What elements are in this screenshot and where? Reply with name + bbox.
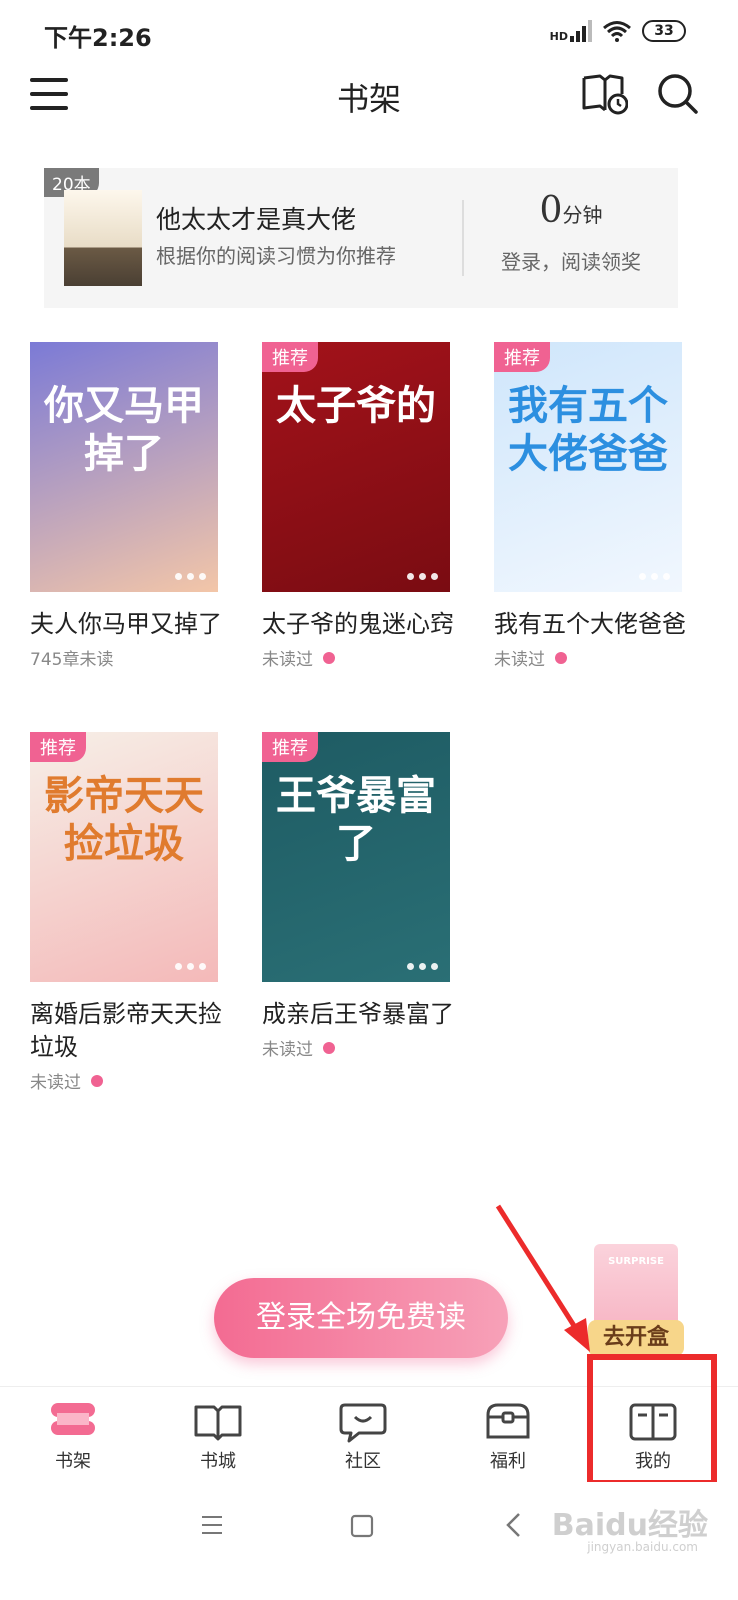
tab-label: 社区 <box>345 1451 381 1472</box>
signal-icon: HD <box>550 20 592 42</box>
book-title[interactable]: 成亲后王爷暴富了 <box>262 998 462 1031</box>
book-item[interactable]: 太子爷的 推荐 太子爷的鬼迷心窍 未读过 <box>262 342 454 670</box>
book-cover[interactable]: 影帝天天捡垃圾 推荐 <box>30 732 218 982</box>
book-title[interactable]: 离婚后影帝天天捡垃圾 <box>30 998 230 1064</box>
book-status: 745章未读 <box>30 645 220 670</box>
more-dots-icon[interactable] <box>639 573 670 580</box>
new-indicator-dot <box>323 651 335 664</box>
recommendation-banner[interactable]: 20本 他太太才是真大佬 根据你的阅读习惯为你推荐 0分钟 登录，阅读领奖 <box>44 168 678 308</box>
tab-community[interactable]: 社区 <box>290 1387 436 1483</box>
recommend-tag: 推荐 <box>262 732 318 762</box>
book-cover[interactable]: 王爷暴富了 推荐 <box>262 732 450 982</box>
more-dots-icon[interactable] <box>407 573 438 580</box>
treasure-box-icon <box>486 1403 530 1439</box>
book-status-text: 745章未读 <box>30 650 114 670</box>
tab-welfare[interactable]: 福利 <box>435 1387 581 1483</box>
minutes-unit: 分钟 <box>562 203 603 227</box>
book-item[interactable]: 你又马甲掉了 夫人你马甲又掉了 745章未读 <box>30 342 222 670</box>
book-item[interactable]: 王爷暴富了 推荐 成亲后王爷暴富了 未读过 <box>262 732 454 1060</box>
recommend-tag: 推荐 <box>494 342 550 372</box>
book-title[interactable]: 我有五个大佬爸爸 <box>494 608 694 641</box>
recent-apps-icon[interactable] <box>200 1514 224 1536</box>
battery-icon: 33 <box>642 20 686 42</box>
status-icons: HD 33 <box>550 20 686 42</box>
chat-bubble-icon <box>339 1403 387 1443</box>
bookshelf-icon <box>51 1403 95 1435</box>
book-status-text: 未读过 <box>494 650 545 670</box>
login-free-read-button[interactable]: 登录全场免费读 <box>214 1278 508 1358</box>
tab-label: 书架 <box>55 1451 91 1472</box>
recommend-tag: 推荐 <box>262 342 318 372</box>
hd-label: HD <box>549 30 568 43</box>
more-dots-icon[interactable] <box>175 573 206 580</box>
new-indicator-dot <box>323 1041 335 1054</box>
cover-title-art: 影帝天天捡垃圾 <box>44 772 204 867</box>
book-cover[interactable]: 你又马甲掉了 <box>30 342 218 592</box>
banner-book-title[interactable]: 他太太才是真大佬 <box>156 200 356 236</box>
more-dots-icon[interactable] <box>407 963 438 970</box>
book-status: 未读过 <box>262 645 452 670</box>
new-indicator-dot <box>91 1074 103 1087</box>
book-status-text: 未读过 <box>262 650 313 670</box>
book-status: 未读过 <box>30 1068 220 1093</box>
book-status-text: 未读过 <box>30 1073 81 1093</box>
book-title[interactable]: 太子爷的鬼迷心窍 <box>262 608 462 641</box>
cover-title-art: 你又马甲掉了 <box>44 382 204 477</box>
cover-art <box>262 342 450 592</box>
open-book-icon <box>194 1405 242 1441</box>
recommend-tag: 推荐 <box>30 732 86 762</box>
cover-title-art: 王爷暴富了 <box>276 772 436 867</box>
login-reward-link[interactable]: 登录，阅读领奖 <box>464 246 678 275</box>
book-title[interactable]: 夫人你马甲又掉了 <box>30 608 230 641</box>
tab-label: 书城 <box>200 1451 236 1472</box>
book-status-text: 未读过 <box>262 1040 313 1060</box>
banner-subtitle: 根据你的阅读习惯为你推荐 <box>156 244 396 268</box>
watermark: Baidu经验 <box>551 1508 708 1543</box>
open-box-label[interactable]: 去开盒 <box>588 1320 684 1356</box>
back-icon[interactable] <box>504 1512 522 1538</box>
tab-label: 福利 <box>490 1451 526 1472</box>
more-dots-icon[interactable] <box>175 963 206 970</box>
surprise-box-widget[interactable]: SURPRISE 去开盒 <box>588 1244 684 1358</box>
cover-title-art: 太子爷的 <box>276 382 436 429</box>
book-status: 未读过 <box>494 645 684 670</box>
book-item[interactable]: 我有五个大佬爸爸 推荐 我有五个大佬爸爸未读过 <box>494 342 686 670</box>
book-cover[interactable]: 我有五个大佬爸爸 推荐 <box>494 342 682 592</box>
book-item[interactable]: 影帝天天捡垃圾 推荐 离婚后影帝天天捡垃圾 未读过 <box>30 732 222 1093</box>
watermark-url: jingyan.baidu.com <box>587 1540 698 1554</box>
cover-title-art: 我有五个大佬爸爸 <box>508 382 668 477</box>
minutes-value: 0 <box>539 190 563 231</box>
reading-minutes: 0分钟 <box>464 190 678 231</box>
reading-history-icon[interactable] <box>582 72 628 116</box>
status-time: 下午2:26 <box>44 24 152 52</box>
home-icon[interactable] <box>350 1514 374 1538</box>
wifi-icon <box>603 21 631 42</box>
book-cover[interactable]: 太子爷的 推荐 <box>262 342 450 592</box>
annotation-highlight-box <box>587 1354 717 1486</box>
tab-bookstore[interactable]: 书城 <box>145 1387 291 1483</box>
new-indicator-dot <box>555 651 567 664</box>
book-status: 未读过 <box>262 1035 452 1060</box>
search-icon[interactable] <box>656 72 700 116</box>
tab-bookshelf[interactable]: 书架 <box>0 1387 146 1483</box>
surprise-box-word: SURPRISE <box>608 1256 664 1267</box>
banner-book-cover[interactable] <box>64 190 142 286</box>
